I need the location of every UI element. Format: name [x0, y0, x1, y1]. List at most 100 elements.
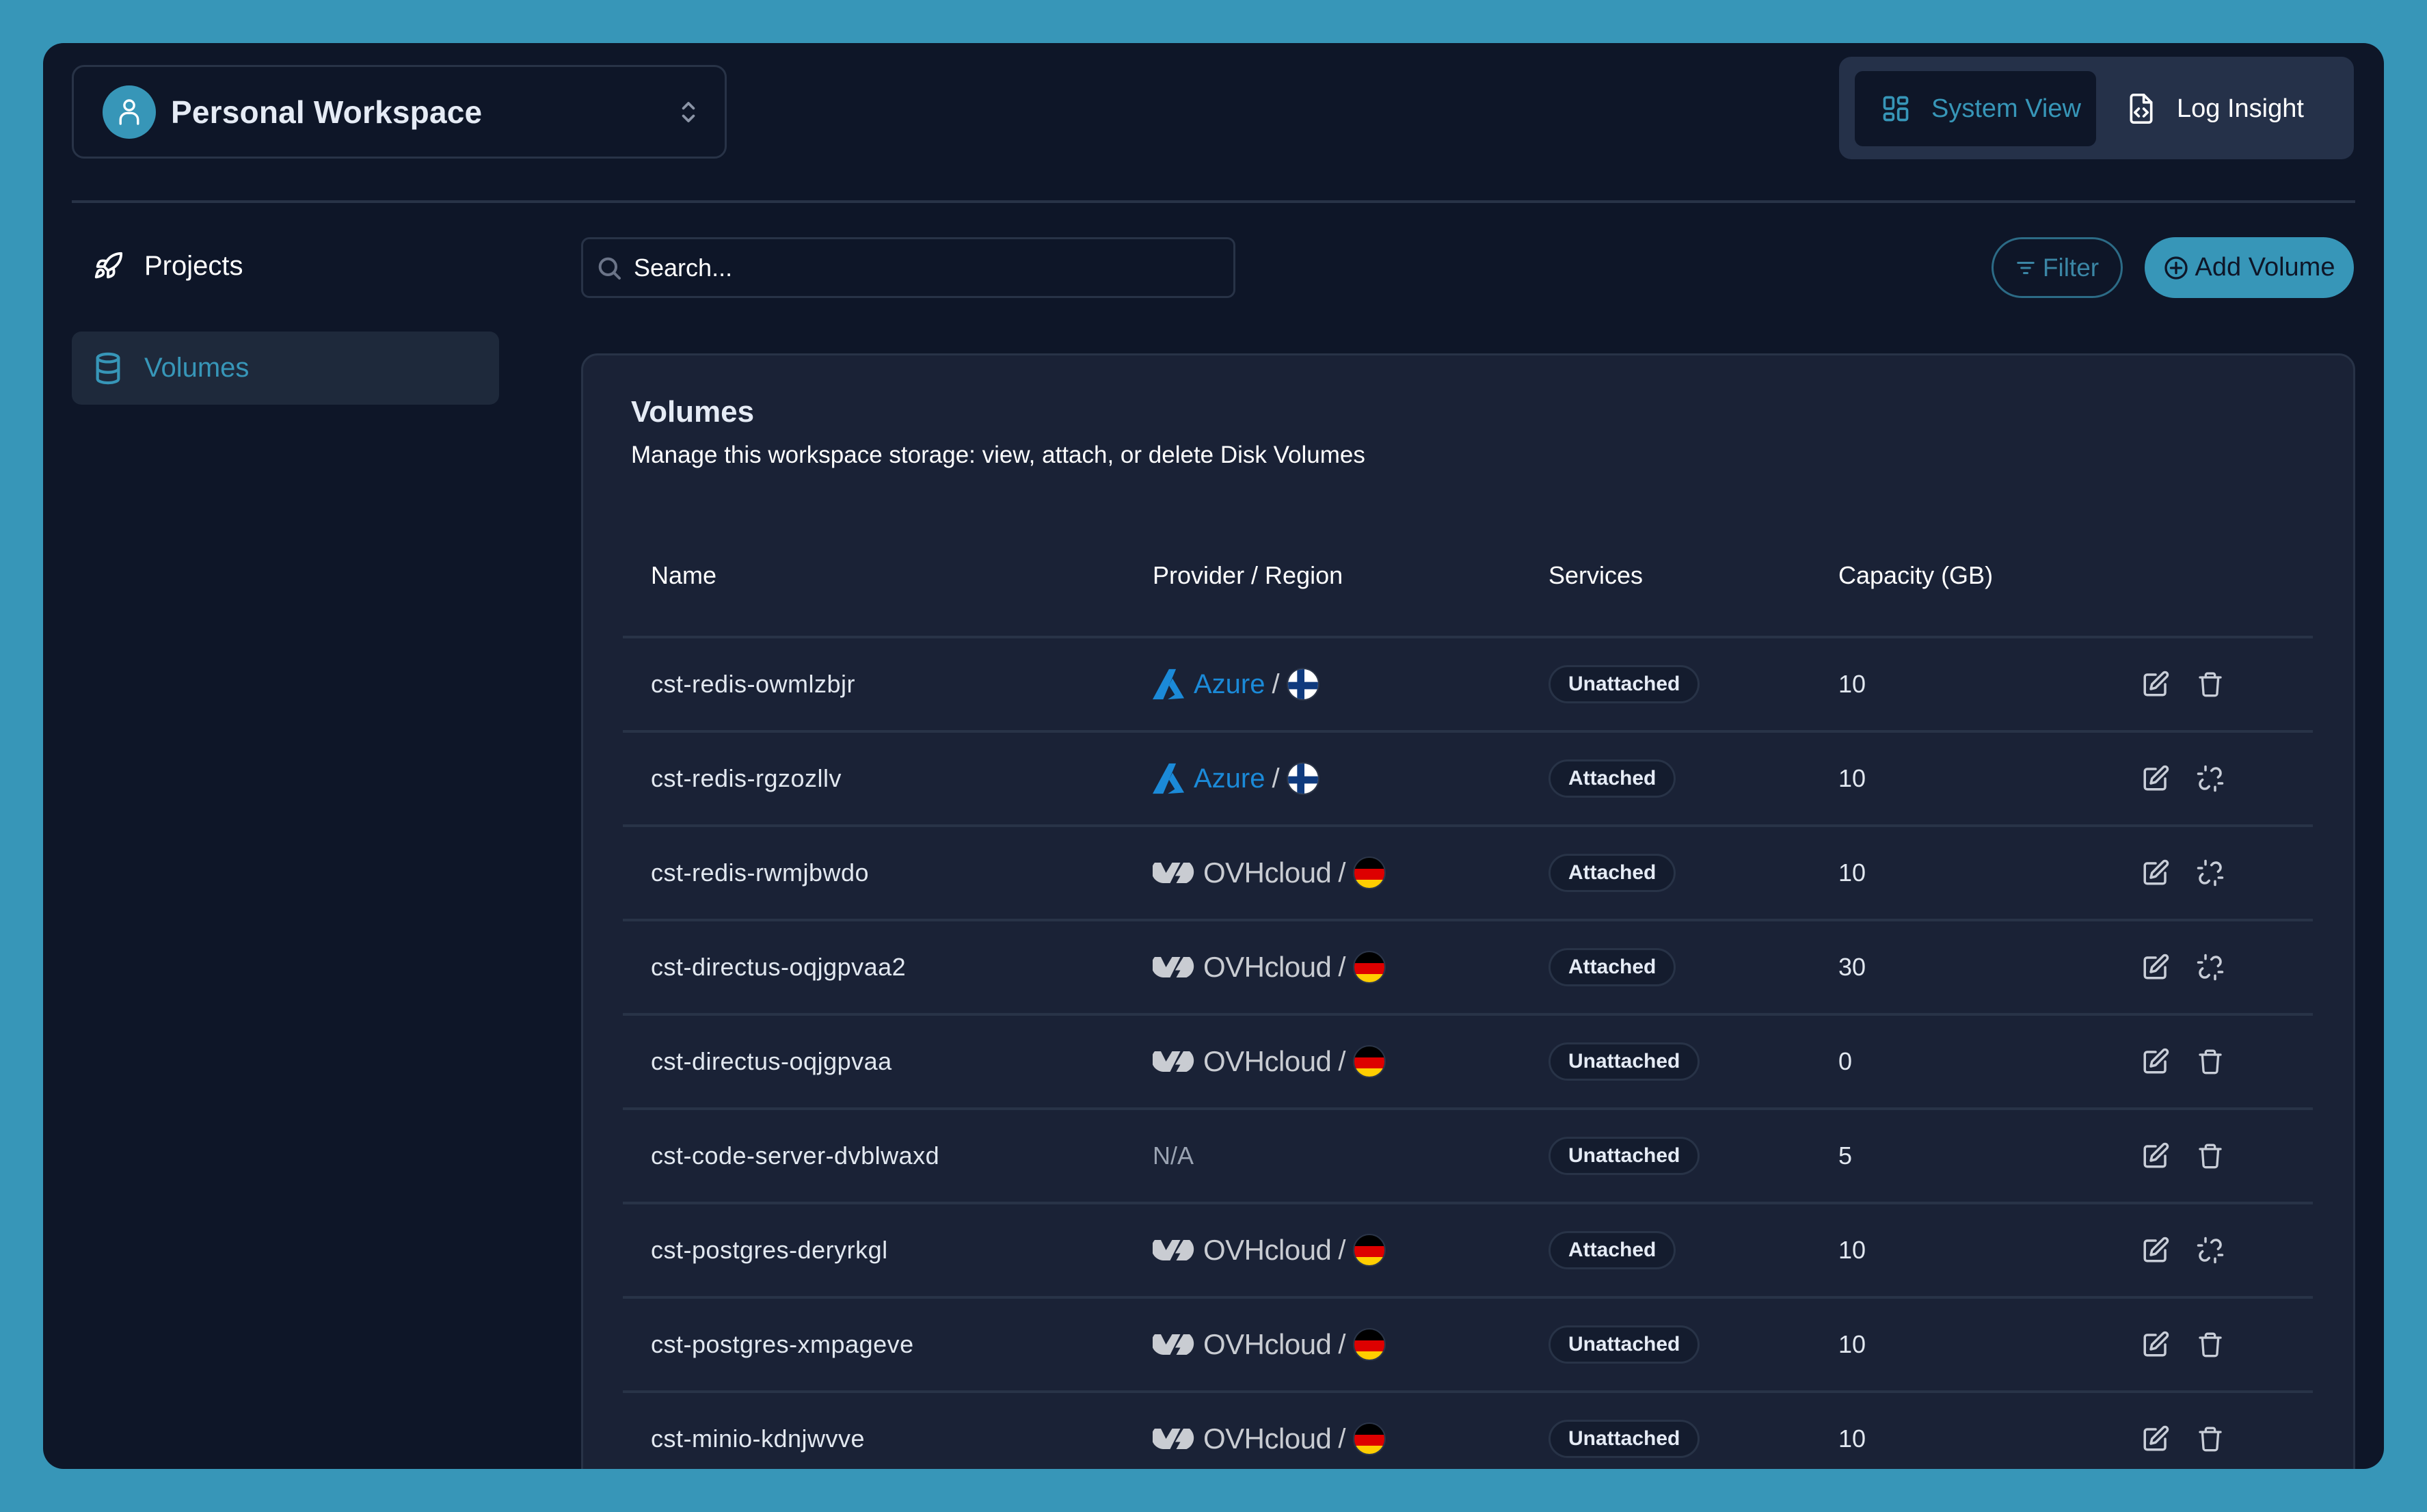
provider-name: OVHcloud [1203, 1234, 1332, 1266]
filter-icon [2017, 261, 2035, 274]
trash-icon [2199, 1144, 2222, 1169]
provider-name: OVHcloud [1203, 856, 1332, 889]
volume-name: cst-redis-rgzozllv [651, 764, 842, 792]
table-row[interactable]: cst-postgres-xmpageve OVHcloud / Unattach… [623, 1299, 2313, 1393]
add-volume-button[interactable]: Add Volume [2145, 237, 2354, 298]
provider-region: OVHcloud / [1153, 827, 1386, 919]
sidebar-item-projects[interactable]: Projects [72, 230, 499, 303]
table-row[interactable]: cst-directus-oqjgpvaa OVHcloud / Unattach… [623, 1016, 2313, 1110]
search-icon [598, 257, 621, 280]
germany-flag-icon [1352, 951, 1386, 984]
system-view-button[interactable]: System View [1855, 71, 2096, 146]
status-badge: Unattached [1548, 1420, 1700, 1458]
volume-name: cst-directus-oqjgpvaa2 [651, 953, 907, 981]
status-badge: Unattached [1548, 665, 1700, 703]
capacity: 10 [1838, 764, 1866, 792]
table-header: Name Provider / Region Services Capacity… [623, 513, 2313, 638]
status-badge: Unattached [1548, 1137, 1700, 1175]
search-input[interactable] [634, 253, 1222, 282]
table-row[interactable]: cst-redis-rwmjbwdo OVHcloud / Attached 10 [623, 827, 2313, 921]
volume-name: cst-redis-rwmjbwdo [651, 859, 870, 887]
delete-button[interactable] [2195, 1424, 2225, 1454]
provider-region: OVHcloud / [1153, 1299, 1386, 1390]
volumes-table: Name Provider / Region Services Capacity… [623, 513, 2313, 1469]
provider-name: OVHcloud [1203, 951, 1332, 983]
capacity: 10 [1838, 1330, 1866, 1358]
unlink-icon [2197, 1237, 2224, 1264]
delete-button[interactable] [2195, 669, 2225, 699]
germany-flag-icon [1352, 1234, 1386, 1267]
file-code-icon [2130, 93, 2153, 124]
status-badge: Unattached [1548, 1325, 1700, 1364]
panel-title: Volumes [631, 395, 755, 429]
edit-button[interactable] [2141, 764, 2171, 794]
provider-name: OVHcloud [1203, 1328, 1332, 1360]
edit-button[interactable] [2141, 1141, 2171, 1171]
capacity: 10 [1838, 670, 1866, 698]
germany-flag-icon [1352, 1422, 1386, 1455]
table-row[interactable]: cst-redis-rgzozllv Azure / Attached 10 [623, 733, 2313, 827]
table-row[interactable]: cst-code-server-dvblwaxd N/A Unattached … [623, 1110, 2313, 1204]
separator: / [1338, 1329, 1346, 1360]
delete-button[interactable] [2195, 1329, 2225, 1360]
table-row[interactable]: cst-redis-owmlzbjr Azure / Unattached 10 [623, 638, 2313, 733]
provider-region: OVHcloud / [1153, 1204, 1386, 1296]
table-row[interactable]: cst-directus-oqjgpvaa2 OVHcloud / Attache… [623, 921, 2313, 1016]
row-actions [2141, 733, 2225, 824]
column-header-services[interactable]: Services [1548, 513, 1643, 638]
edit-icon [2143, 1425, 2169, 1451]
ovhcloud-logo-icon [1153, 1051, 1194, 1072]
table-row[interactable]: cst-minio-kdnjwvve OVHcloud / Unattached … [623, 1393, 2313, 1469]
edit-button[interactable] [2141, 1047, 2171, 1077]
grid-icon [1883, 96, 1909, 122]
germany-flag-icon [1352, 1045, 1386, 1078]
edit-icon [2143, 954, 2169, 980]
unlink-icon [2197, 954, 2224, 981]
azure-logo-icon [1153, 763, 1185, 794]
trash-icon [2199, 1427, 2222, 1452]
edit-icon [2143, 1331, 2169, 1357]
delete-button[interactable] [2195, 1047, 2225, 1077]
volume-name: cst-directus-oqjgpvaa [651, 1047, 892, 1075]
sidebar-item-volumes[interactable]: Volumes [72, 332, 499, 405]
chevron-up-down-icon [682, 101, 695, 122]
edit-button[interactable] [2141, 858, 2171, 888]
edit-button[interactable] [2141, 1329, 2171, 1360]
detach-button[interactable] [2195, 858, 2225, 888]
column-header-name[interactable]: Name [651, 513, 716, 638]
search-field[interactable] [581, 237, 1235, 298]
azure-logo-icon [1153, 669, 1185, 700]
volume-name: cst-code-server-dvblwaxd [651, 1142, 940, 1170]
detach-button[interactable] [2195, 1235, 2225, 1265]
separator: / [1338, 1046, 1346, 1077]
provider-region: Azure / [1153, 733, 1319, 824]
filter-button[interactable]: Filter [1992, 237, 2123, 298]
edit-button[interactable] [2141, 952, 2171, 982]
separator: / [1338, 1423, 1346, 1454]
table-row[interactable]: cst-postgres-deryrkgl OVHcloud / Attached… [623, 1204, 2313, 1299]
separator: / [1338, 857, 1346, 888]
separator: / [1338, 1234, 1346, 1265]
edit-button[interactable] [2141, 1235, 2171, 1265]
delete-button[interactable] [2195, 1141, 2225, 1171]
column-header-capacity[interactable]: Capacity (GB) [1838, 513, 1993, 638]
column-header-provider[interactable]: Provider / Region [1153, 513, 1343, 638]
header-divider [72, 200, 2355, 203]
trash-icon [2199, 1049, 2222, 1075]
provider-region: N/A [1153, 1110, 1194, 1202]
workspace-selector[interactable]: Personal Workspace [72, 65, 727, 159]
filter-label: Filter [2042, 253, 2100, 282]
ovhcloud-logo-icon [1153, 1334, 1194, 1355]
row-actions [2141, 827, 2225, 919]
detach-button[interactable] [2195, 952, 2225, 982]
separator: / [1338, 951, 1346, 982]
edit-icon [2143, 1048, 2169, 1074]
edit-button[interactable] [2141, 669, 2171, 699]
provider-region: Azure / [1153, 638, 1319, 730]
edit-button[interactable] [2141, 1424, 2171, 1454]
detach-button[interactable] [2195, 764, 2225, 794]
status-badge: Attached [1548, 1231, 1676, 1269]
status-badge: Unattached [1548, 1042, 1700, 1081]
log-insight-button[interactable]: Log Insight [2126, 71, 2345, 146]
germany-flag-icon [1352, 856, 1386, 889]
